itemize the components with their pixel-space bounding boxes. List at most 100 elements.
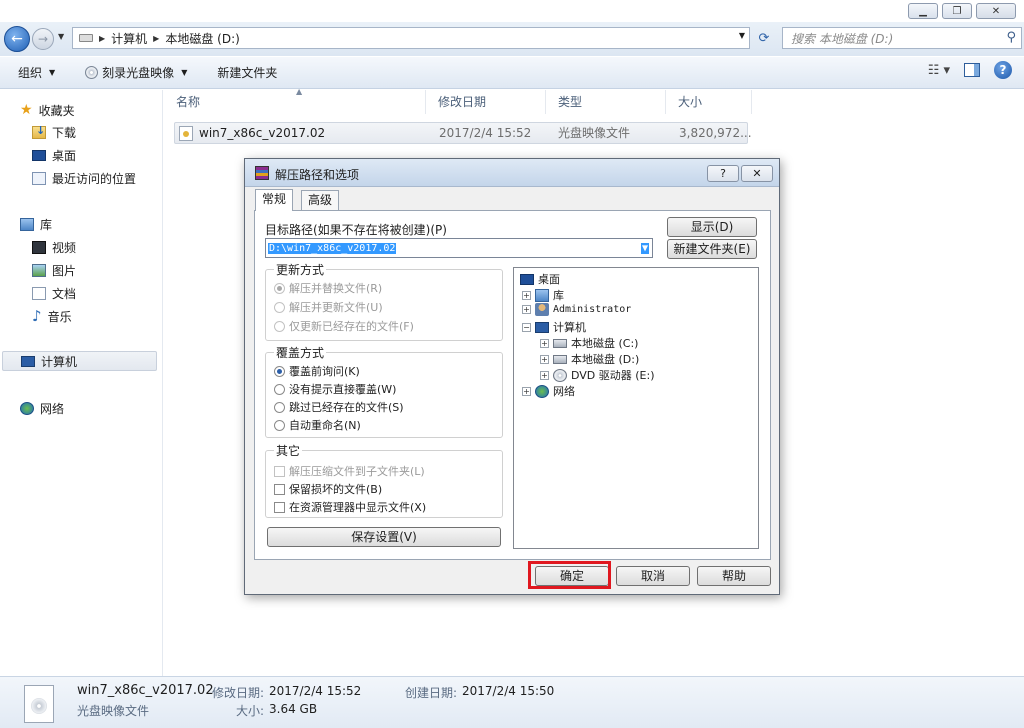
recent-places-icon — [32, 171, 46, 185]
column-header-name[interactable]: 名称 — [164, 90, 426, 114]
expand-icon[interactable]: + — [540, 354, 549, 364]
tree-node-disk-c[interactable]: + 本地磁盘 (C:) — [540, 335, 638, 351]
dialog-title: 解压路径和选项 — [275, 168, 360, 182]
table-row[interactable]: win7_x86c_v2017.02 2017/2/4 15:52 光盘映像文件… — [174, 122, 752, 144]
search-placeholder: 搜索 本地磁盘 (D:) — [791, 31, 894, 46]
checkbox-show-in-explorer[interactable]: 在资源管理器中显示文件(X) — [274, 499, 426, 515]
sidebar-item-downloads[interactable]: 下载 — [32, 122, 76, 142]
tab-general[interactable]: 常规 — [255, 189, 294, 211]
breadcrumb-drive-d[interactable]: 本地磁盘 (D:) — [165, 30, 239, 47]
dialog-title-bar: 解压路径和选项 ? ✕ — [245, 159, 779, 187]
sidebar-item-documents[interactable]: 文档 — [32, 283, 76, 303]
burn-image-button[interactable]: 刻录光盘映像 ▼ — [77, 61, 195, 85]
preview-pane-icon[interactable] — [964, 63, 980, 77]
sidebar-item-libraries[interactable]: 库 — [20, 214, 52, 234]
option-label: 解压并更新文件(U) — [289, 301, 383, 314]
folder-tree[interactable]: 桌面 + 库 + Administrator − 计算机 + 本地磁盘 (C:)… — [513, 267, 759, 549]
new-folder-dialog-button[interactable]: 新建文件夹(E) — [667, 239, 757, 259]
checkbox-extract-to-subfolder[interactable]: 解压压缩文件到子文件夹(L) — [274, 463, 425, 479]
radio-extract-update[interactable]: 解压并更新文件(U) — [274, 299, 383, 315]
tab-advanced[interactable]: 高级 — [301, 190, 340, 210]
dialog-close-button[interactable]: ✕ — [741, 165, 773, 182]
organize-button[interactable]: 组织 ▼ — [10, 61, 63, 85]
show-button[interactable]: 显示(D) — [667, 217, 757, 237]
command-toolbar: 组织 ▼ 刻录光盘映像 ▼ 新建文件夹 ☷ ▾ ? — [0, 57, 1024, 89]
collapse-icon[interactable]: − — [522, 322, 531, 332]
extract-options-dialog: 解压路径和选项 ? ✕ 常规 高级 目标路径(如果不存在将被创建)(P) D:\… — [244, 158, 780, 595]
sidebar-item-recent[interactable]: 最近访问的位置 — [32, 168, 136, 188]
option-label: 跳过已经存在的文件(S) — [289, 401, 404, 414]
sidebar-label: 视频 — [52, 240, 77, 255]
chevron-right-icon[interactable]: ▶ — [153, 34, 159, 43]
music-icon: ♪ — [32, 306, 42, 325]
search-icon[interactable]: ⚲ — [1006, 30, 1016, 45]
cancel-button[interactable]: 取消 — [616, 566, 690, 586]
dialog-help-button[interactable]: ? — [707, 165, 739, 182]
sidebar-item-videos[interactable]: 视频 — [32, 237, 76, 257]
expand-icon[interactable]: + — [522, 386, 531, 396]
new-folder-button[interactable]: 新建文件夹 — [209, 61, 285, 85]
option-label: 解压压缩文件到子文件夹(L) — [289, 465, 425, 478]
forward-button[interactable]: → — [32, 28, 54, 50]
library-icon — [535, 288, 549, 302]
chevron-down-icon[interactable]: ▼ — [640, 243, 649, 254]
minimize-button[interactable]: ▁ — [908, 3, 938, 19]
column-header-size[interactable]: 大小 — [666, 90, 752, 114]
address-dropdown[interactable]: ▼ — [739, 31, 745, 40]
column-header-type[interactable]: 类型 — [546, 90, 666, 114]
expand-icon[interactable]: + — [540, 338, 549, 348]
expand-icon[interactable]: + — [522, 305, 531, 314]
radio-icon — [274, 320, 285, 332]
sidebar-label: 文档 — [52, 286, 77, 301]
radio-update-existing[interactable]: 仅更新已经存在的文件(F) — [274, 318, 414, 334]
radio-extract-replace[interactable]: 解压并替换文件(R) — [274, 280, 382, 296]
expand-icon[interactable]: + — [522, 290, 531, 300]
tree-label: Administrator — [553, 304, 632, 315]
sidebar-item-pictures[interactable]: 图片 — [32, 260, 76, 280]
radio-auto-rename[interactable]: 自动重命名(N) — [274, 417, 361, 433]
tree-node-administrator[interactable]: + Administrator — [522, 303, 631, 316]
save-settings-button[interactable]: 保存设置(V) — [267, 527, 501, 547]
tree-node-computer[interactable]: − 计算机 — [522, 319, 586, 335]
tree-node-network[interactable]: + 网络 — [522, 383, 575, 399]
sidebar-label: 网络 — [40, 401, 65, 416]
expand-icon[interactable]: + — [540, 370, 549, 380]
sidebar-item-network[interactable]: 网络 — [20, 398, 64, 418]
tree-node-desktop[interactable]: 桌面 — [520, 271, 560, 287]
sidebar-item-computer[interactable]: 计算机 — [2, 351, 157, 371]
chevron-right-icon[interactable]: ▶ — [99, 34, 105, 43]
tree-node-dvd[interactable]: + DVD 驱动器 (E:) — [540, 367, 655, 383]
winrar-icon — [255, 166, 269, 180]
radio-icon — [274, 383, 285, 395]
help-icon[interactable]: ? — [994, 61, 1012, 79]
back-button[interactable]: ← — [4, 26, 30, 52]
tree-label: 计算机 — [553, 321, 586, 334]
view-options-icon[interactable]: ☷ ▾ — [928, 63, 950, 78]
library-icon — [20, 217, 34, 231]
radio-overwrite-without-prompt[interactable]: 没有提示直接覆盖(W) — [274, 381, 396, 397]
address-box[interactable]: ▶ 计算机 ▶ 本地磁盘 (D:) ▼ — [72, 27, 750, 49]
sidebar-item-music[interactable]: ♪ 音乐 — [32, 306, 72, 326]
recent-pages-dropdown[interactable]: ▼ — [58, 32, 64, 41]
option-label: 覆盖前询问(K) — [289, 365, 360, 378]
sidebar-item-favorites[interactable]: ★ 收藏夹 — [20, 100, 75, 120]
checkbox-keep-broken-files[interactable]: 保留损坏的文件(B) — [274, 481, 382, 497]
sidebar-label: 计算机 — [41, 354, 78, 369]
tree-node-library[interactable]: + 库 — [522, 287, 564, 303]
column-header-modified[interactable]: 修改日期 — [426, 90, 546, 114]
breadcrumb-computer[interactable]: 计算机 — [111, 30, 147, 47]
picture-icon — [32, 263, 46, 277]
close-button[interactable]: ✕ — [976, 3, 1016, 19]
target-path-input[interactable]: D:\win7_x86c_v2017.02 ▼ — [265, 238, 653, 258]
refresh-icon[interactable]: ⟳ — [754, 29, 774, 47]
sidebar-item-desktop[interactable]: 桌面 — [32, 145, 76, 165]
radio-ask-before-overwrite[interactable]: 覆盖前询问(K) — [274, 363, 360, 379]
help-button[interactable]: 帮助 — [697, 566, 771, 586]
maximize-button[interactable]: ❐ — [942, 3, 972, 19]
misc-options-group: 其它 解压压缩文件到子文件夹(L) 保留损坏的文件(B) 在资源管理器中显示文件… — [265, 442, 503, 518]
burn-label: 刻录光盘映像 — [102, 66, 175, 80]
radio-skip-existing[interactable]: 跳过已经存在的文件(S) — [274, 399, 404, 415]
tree-node-disk-d[interactable]: + 本地磁盘 (D:) — [540, 351, 639, 367]
search-input[interactable]: 搜索 本地磁盘 (D:) ⚲ — [782, 27, 1022, 49]
drive-icon — [553, 338, 567, 348]
